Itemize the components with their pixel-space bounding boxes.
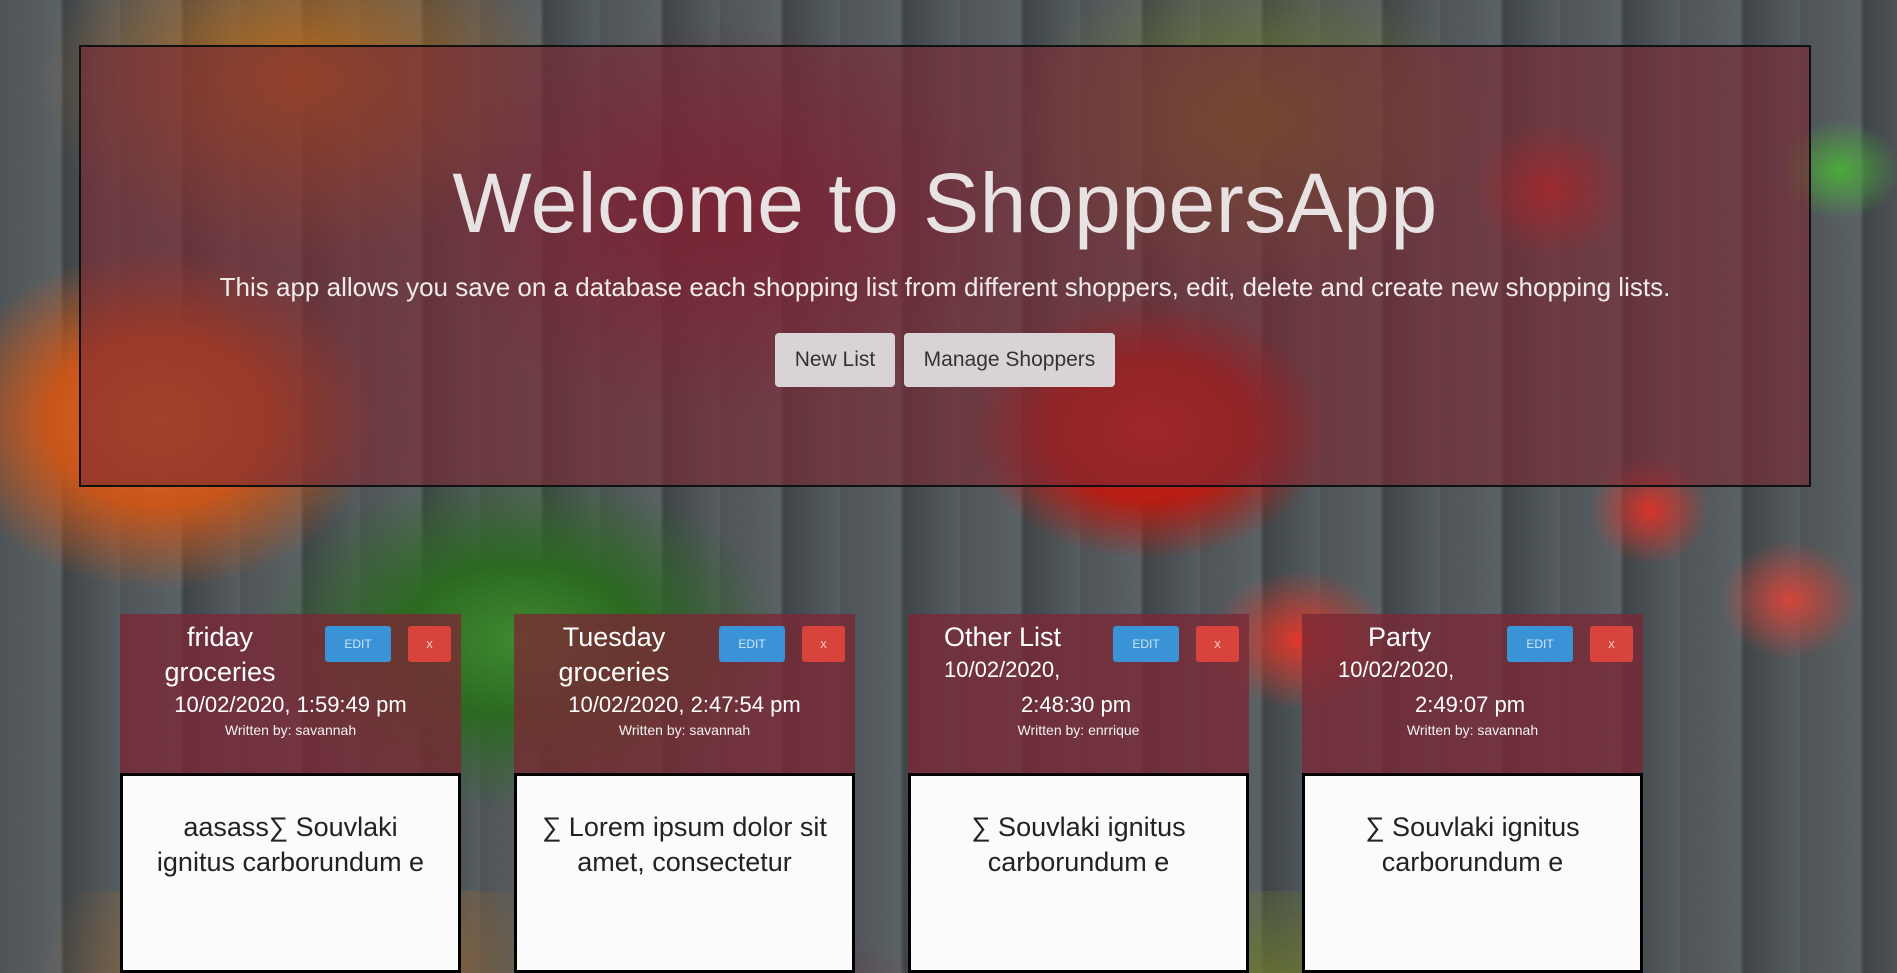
list-date: 10/02/2020, — [1338, 657, 1455, 682]
edit-button[interactable]: EDIT — [719, 626, 785, 662]
list-date: 10/02/2020, 1:59:49 pm — [174, 692, 407, 717]
list-content: ∑ Souvlaki ignitus carborundum e — [1302, 773, 1643, 973]
list-card-header: friday groceries EDIT x 10/02/2020, 1:59… — [120, 614, 461, 773]
list-author: Written by: savannah — [1406, 722, 1539, 738]
list-card: friday groceries EDIT x 10/02/2020, 1:59… — [120, 614, 461, 973]
list-title: friday groceries — [164, 622, 276, 687]
list-author: Written by: savannah — [224, 722, 357, 738]
list-author: Written by: savannah — [618, 722, 751, 738]
list-card: Tuesday groceries EDIT x 10/02/2020, 2:4… — [514, 614, 855, 973]
welcome-banner: Welcome to ShoppersApp This app allows y… — [79, 45, 1811, 487]
list-title: Other List — [944, 622, 1062, 652]
list-author: Written by: enrrique — [1017, 722, 1140, 738]
list-content: ∑ Souvlaki ignitus carborundum e — [908, 773, 1249, 973]
edit-button[interactable]: EDIT — [1113, 626, 1179, 662]
list-card-header: Other List EDIT x 10/02/2020, 2:48:30 pm… — [908, 614, 1249, 773]
list-card: Other List EDIT x 10/02/2020, 2:48:30 pm… — [908, 614, 1249, 973]
list-time: 2:48:30 pm — [1021, 692, 1132, 717]
delete-button[interactable]: x — [1590, 626, 1633, 662]
list-date: 10/02/2020, — [944, 657, 1061, 682]
manage-shoppers-button[interactable]: Manage Shoppers — [903, 333, 1116, 387]
list-card: Party EDIT x 10/02/2020, 2:49:07 pm Writ… — [1302, 614, 1643, 973]
hero-actions: New List Manage Shoppers — [81, 333, 1809, 387]
list-content: aasass∑ Souvlaki ignitus carborundum e — [120, 773, 461, 973]
list-content: ∑ Lorem ipsum dolor sit amet, consectetu… — [514, 773, 855, 973]
list-time: 2:49:07 pm — [1415, 692, 1526, 717]
delete-button[interactable]: x — [802, 626, 845, 662]
app-description: This app allows you save on a database e… — [219, 272, 1671, 302]
list-title: Party — [1368, 622, 1432, 652]
page-title: Welcome to ShoppersApp — [452, 156, 1438, 250]
edit-button[interactable]: EDIT — [1507, 626, 1573, 662]
list-card-header: Tuesday groceries EDIT x 10/02/2020, 2:4… — [514, 614, 855, 773]
new-list-button[interactable]: New List — [774, 333, 896, 387]
edit-button[interactable]: EDIT — [325, 626, 391, 662]
delete-button[interactable]: x — [408, 626, 451, 662]
list-title: Tuesday groceries — [558, 622, 670, 687]
list-card-header: Party EDIT x 10/02/2020, 2:49:07 pm Writ… — [1302, 614, 1643, 773]
list-date: 10/02/2020, 2:47:54 pm — [568, 692, 801, 717]
delete-button[interactable]: x — [1196, 626, 1239, 662]
